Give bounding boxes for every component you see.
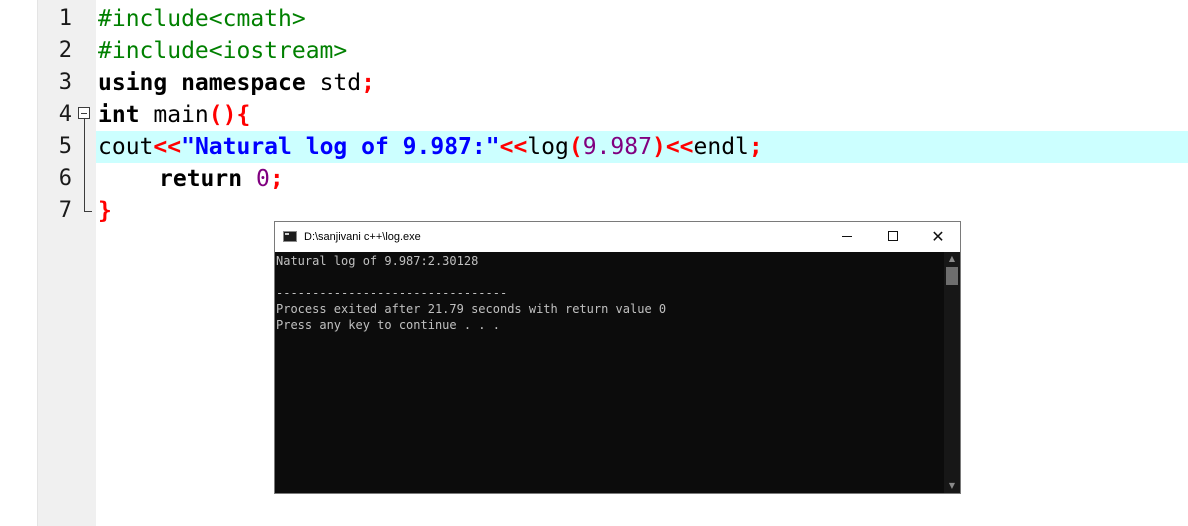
- window-title: D:\sanjivani c++\log.exe: [304, 231, 421, 243]
- console-output-line: Press any key to continue . . .: [276, 318, 500, 332]
- code-line-4[interactable]: int main(){: [98, 99, 250, 131]
- console-output-line: --------------------------------: [276, 286, 508, 300]
- code-line-5[interactable]: cout<<"Natural log of 9.987:"<<log(9.987…: [98, 131, 763, 163]
- code-line-2[interactable]: #include<iostream>: [98, 35, 347, 67]
- minimize-button[interactable]: [824, 222, 870, 252]
- symbol: ;: [748, 134, 763, 160]
- number-literal: 9.987: [582, 134, 652, 160]
- code-line-6[interactable]: return 0;: [159, 163, 284, 195]
- keyword: int: [98, 102, 140, 128]
- symbol: <<: [665, 134, 694, 160]
- console-output-line: Process exited after 21.79 seconds with …: [276, 302, 667, 316]
- console-window[interactable]: D:\sanjivani c++\log.exe ✕ Natural log o…: [274, 221, 961, 494]
- scrollbar-thumb[interactable]: [946, 267, 958, 285]
- symbol: }: [98, 198, 112, 224]
- line-number: 6: [58, 166, 72, 191]
- editor-margin: [0, 0, 38, 526]
- code-line-1[interactable]: #include<cmath>: [98, 3, 306, 35]
- maximize-icon: [888, 230, 898, 241]
- string-literal: "Natural log of 9.987:": [181, 134, 500, 160]
- symbol: ;: [269, 166, 284, 192]
- code-line-7[interactable]: }: [98, 195, 112, 227]
- line-number: 1: [58, 6, 72, 31]
- number-literal: 0: [255, 166, 270, 192]
- symbol: ;: [361, 70, 375, 96]
- console-app-icon: [283, 231, 297, 242]
- fold-end-marker: [84, 211, 92, 212]
- console-output[interactable]: Natural log of 9.987:2.30128 -----------…: [275, 252, 944, 493]
- symbol: (: [568, 134, 583, 160]
- fold-guide-line: [84, 119, 85, 212]
- scroll-down-arrow-icon[interactable]: ▼: [944, 479, 960, 493]
- symbol: <<: [153, 134, 182, 160]
- console-titlebar[interactable]: D:\sanjivani c++\log.exe ✕: [275, 222, 960, 252]
- keyword: using namespace: [98, 70, 306, 96]
- scroll-up-arrow-icon[interactable]: ▲: [944, 252, 960, 266]
- symbol: (){: [208, 102, 251, 128]
- minimize-icon: [842, 235, 852, 237]
- identifier: cout: [98, 134, 154, 160]
- symbol: ): [651, 134, 666, 160]
- identifier: std: [305, 70, 362, 96]
- preprocessor-directive: #include<iostream>: [98, 38, 348, 64]
- close-icon: ✕: [931, 227, 945, 246]
- keyword: return: [159, 166, 243, 192]
- fold-collapse-icon[interactable]: [78, 107, 90, 119]
- code-line-3[interactable]: using namespace std;: [98, 67, 375, 99]
- line-number: 2: [58, 38, 72, 63]
- line-number: 3: [58, 70, 72, 95]
- close-button[interactable]: ✕: [915, 222, 961, 252]
- symbol: <<: [499, 134, 528, 160]
- line-number: 7: [58, 198, 72, 223]
- identifier: endl: [693, 134, 749, 160]
- identifier: main: [139, 102, 209, 128]
- line-number: 4: [58, 102, 72, 127]
- maximize-button[interactable]: [870, 222, 916, 252]
- preprocessor-directive: #include<cmath>: [98, 6, 306, 32]
- console-output-line: Natural log of 9.987:2.30128: [276, 254, 479, 268]
- vertical-scrollbar[interactable]: ▲ ▼: [944, 252, 960, 493]
- line-number: 5: [58, 134, 72, 159]
- identifier: log: [527, 134, 569, 160]
